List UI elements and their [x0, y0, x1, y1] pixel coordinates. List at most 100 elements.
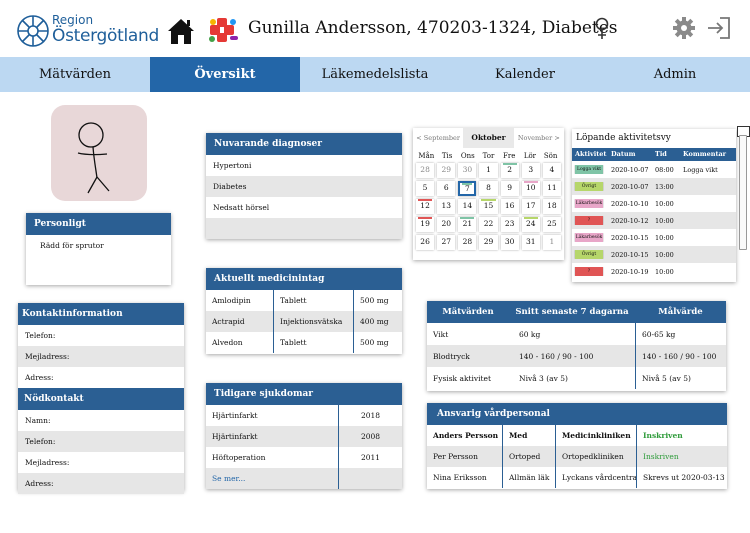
- calendar-day-number: 14: [462, 201, 473, 210]
- activity-row[interactable]: Övrigt 2020-10-07 13:00: [572, 178, 736, 195]
- calendar-day[interactable]: 8: [479, 181, 498, 196]
- logo-line2: Östergötland: [52, 26, 160, 46]
- staff-name: Per Persson: [427, 446, 502, 467]
- calendar-day[interactable]: 20: [437, 217, 456, 232]
- tab-matvarden[interactable]: Mätvärden: [0, 57, 150, 92]
- activity-time: 10:00: [655, 233, 674, 242]
- calendar-weekday: Lör: [523, 152, 537, 160]
- calendar-day[interactable]: 16: [500, 199, 519, 214]
- calendar-day[interactable]: 21: [458, 217, 477, 232]
- calendar-event-marker: [460, 217, 475, 219]
- calendar-day[interactable]: 12: [416, 199, 435, 214]
- personal-title: Personligt: [26, 213, 171, 235]
- calendar-next-month[interactable]: November >: [514, 134, 564, 142]
- activity-tag-cell: ?: [572, 267, 608, 276]
- calendar-day[interactable]: 30: [500, 235, 519, 250]
- tab-admin[interactable]: Admin: [600, 57, 750, 92]
- activity-row[interactable]: ? 2020-10-12 10:00: [572, 212, 736, 229]
- calendar-day-number: 26: [420, 237, 430, 246]
- calendar-day[interactable]: 30: [458, 163, 477, 178]
- calendar-day[interactable]: 24: [521, 217, 540, 232]
- activity-row[interactable]: Läkarbesök 2020-10-15 10:00: [572, 229, 736, 246]
- calendar-day[interactable]: 10: [521, 181, 540, 196]
- activity-tag: Övrigt: [575, 182, 603, 191]
- activity-row[interactable]: Övrigt 2020-10-15 10:00: [572, 246, 736, 263]
- calendar-day[interactable]: 4: [542, 163, 561, 178]
- calendar-day[interactable]: 29: [437, 163, 456, 178]
- emergency-email-label: Mejladress:: [25, 458, 70, 467]
- calendar-weekday: Fre: [503, 152, 516, 160]
- activity-row[interactable]: Logga vikt 2020-10-07 08:00 Logga vikt: [572, 161, 736, 178]
- medication-dose: 500 mg: [353, 290, 402, 311]
- calendar-day[interactable]: 15: [479, 199, 498, 214]
- activity-row[interactable]: Läkarbesök 2020-10-10 10:00: [572, 195, 736, 212]
- calendar-current-month: Oktober: [463, 128, 514, 148]
- calendar-day[interactable]: 19: [416, 217, 435, 232]
- activity-col-date: Datum: [611, 150, 636, 158]
- calendar-day[interactable]: 28: [458, 235, 477, 250]
- activity-time: 13:00: [655, 182, 674, 191]
- gear-icon[interactable]: [672, 16, 696, 40]
- calendar-day-number: 15: [483, 201, 494, 210]
- calendar-day-number: 9: [507, 183, 513, 192]
- calendar-day[interactable]: 23: [500, 217, 519, 232]
- home-icon[interactable]: [166, 16, 196, 46]
- calendar-day[interactable]: 22: [479, 217, 498, 232]
- scrollbar-thumb[interactable]: [739, 135, 747, 250]
- calendar-day-number: 30: [462, 165, 473, 174]
- calendar-day-number: 4: [549, 165, 555, 174]
- calendar-day-number: 6: [443, 183, 449, 192]
- staff-role: Ortoped: [502, 446, 555, 467]
- calendar-day[interactable]: 17: [521, 199, 540, 214]
- medication-icon[interactable]: [206, 15, 240, 45]
- calendar-day-number: 10: [526, 183, 536, 192]
- calendar-day[interactable]: 29: [479, 235, 498, 250]
- logout-icon[interactable]: [706, 16, 732, 40]
- calendar-day-number: 28: [462, 237, 473, 246]
- calendar-day[interactable]: 1: [479, 163, 498, 178]
- activity-header: Aktivitet Datum Tid Kommentar: [572, 148, 736, 161]
- staff-status: Inskriven: [636, 425, 727, 446]
- calendar-day[interactable]: 28: [416, 163, 435, 178]
- calendar-day[interactable]: 31: [521, 235, 540, 250]
- calendar-day[interactable]: 2: [500, 163, 519, 178]
- see-more-link[interactable]: Se mer...: [206, 468, 338, 489]
- calendar-weekdays: Mån Tis Ons Tor Fre Lör Sön: [413, 148, 564, 163]
- main-nav: Mätvärden Översikt Läkemedelslista Kalen…: [0, 57, 750, 92]
- tab-oversikt[interactable]: Översikt: [150, 57, 300, 92]
- calendar-event-marker: [418, 199, 433, 201]
- activity-row[interactable]: ? 2020-10-19 10:00: [572, 263, 736, 280]
- activity-tag-cell: ?: [572, 216, 608, 225]
- calendar-prev-month[interactable]: < September: [413, 134, 463, 142]
- calendar-day[interactable]: 3: [521, 163, 540, 178]
- tab-lakemedelslista[interactable]: Läkemedelslista: [300, 57, 450, 92]
- staff-status: Inskriven: [636, 446, 727, 467]
- region-logo[interactable]: Region Östergötland: [52, 14, 159, 45]
- calendar-day-number: 11: [547, 183, 557, 192]
- history-name: Hjärtinfarkt: [206, 426, 338, 447]
- activity-date: 2020-10-07: [611, 165, 649, 174]
- history-name: Hjärtinfarkt: [212, 411, 258, 420]
- calendar-day[interactable]: 5: [416, 181, 435, 196]
- tab-kalender[interactable]: Kalender: [450, 57, 600, 92]
- calendar-day[interactable]: 25: [542, 217, 561, 232]
- calendar-day[interactable]: 27: [437, 235, 456, 250]
- calendar-day[interactable]: 14: [458, 199, 477, 214]
- calendar-day[interactable]: 26: [416, 235, 435, 250]
- activity-tag-cell: Läkarbesök: [572, 233, 608, 242]
- calendar-grid: 28 29 30 1 2 3 4 5 6 7 8 9 10 11 12 13 14 15 16 17 18 19 20 21 2…: [413, 163, 564, 250]
- activity-scrollbar[interactable]: [737, 126, 750, 282]
- calendar-day[interactable]: 13: [437, 199, 456, 214]
- calendar-day-today[interactable]: 7: [458, 181, 477, 196]
- calendar-day[interactable]: 1: [542, 235, 561, 250]
- medication-form: Tablett: [273, 332, 353, 353]
- calendar-day[interactable]: 6: [437, 181, 456, 196]
- calendar-day[interactable]: 11: [542, 181, 561, 196]
- staff-name: Nina Eriksson: [433, 473, 487, 482]
- calendar-day-number: 21: [462, 219, 473, 228]
- measurement-target: 60-65 kg: [635, 323, 726, 345]
- staff-status: Skrevs ut 2020-03-13: [636, 467, 727, 488]
- calendar-day[interactable]: 18: [542, 199, 561, 214]
- calendar-day[interactable]: 9: [500, 181, 519, 196]
- staff-card: Ansvarig vårdpersonal Anders Persson Med…: [427, 403, 727, 489]
